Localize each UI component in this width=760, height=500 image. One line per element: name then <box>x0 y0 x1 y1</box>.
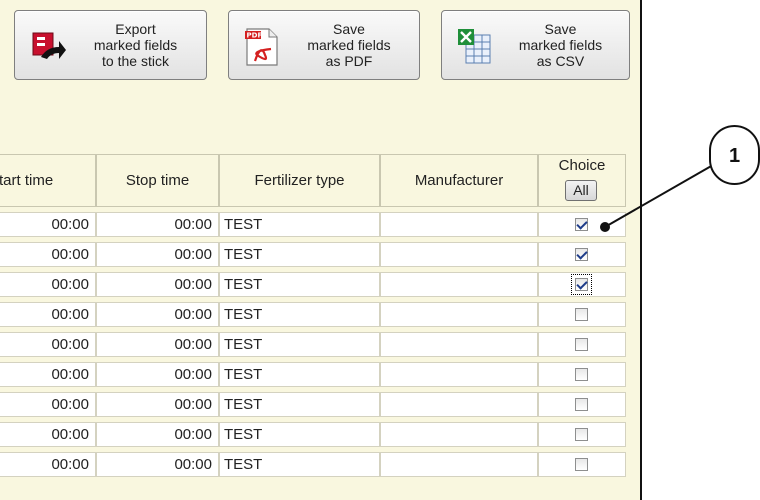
callout-leader <box>600 164 714 232</box>
callout-leader-line <box>604 164 714 228</box>
callout-number-1: 1 <box>709 125 760 185</box>
callout-leader-dot <box>600 222 610 232</box>
